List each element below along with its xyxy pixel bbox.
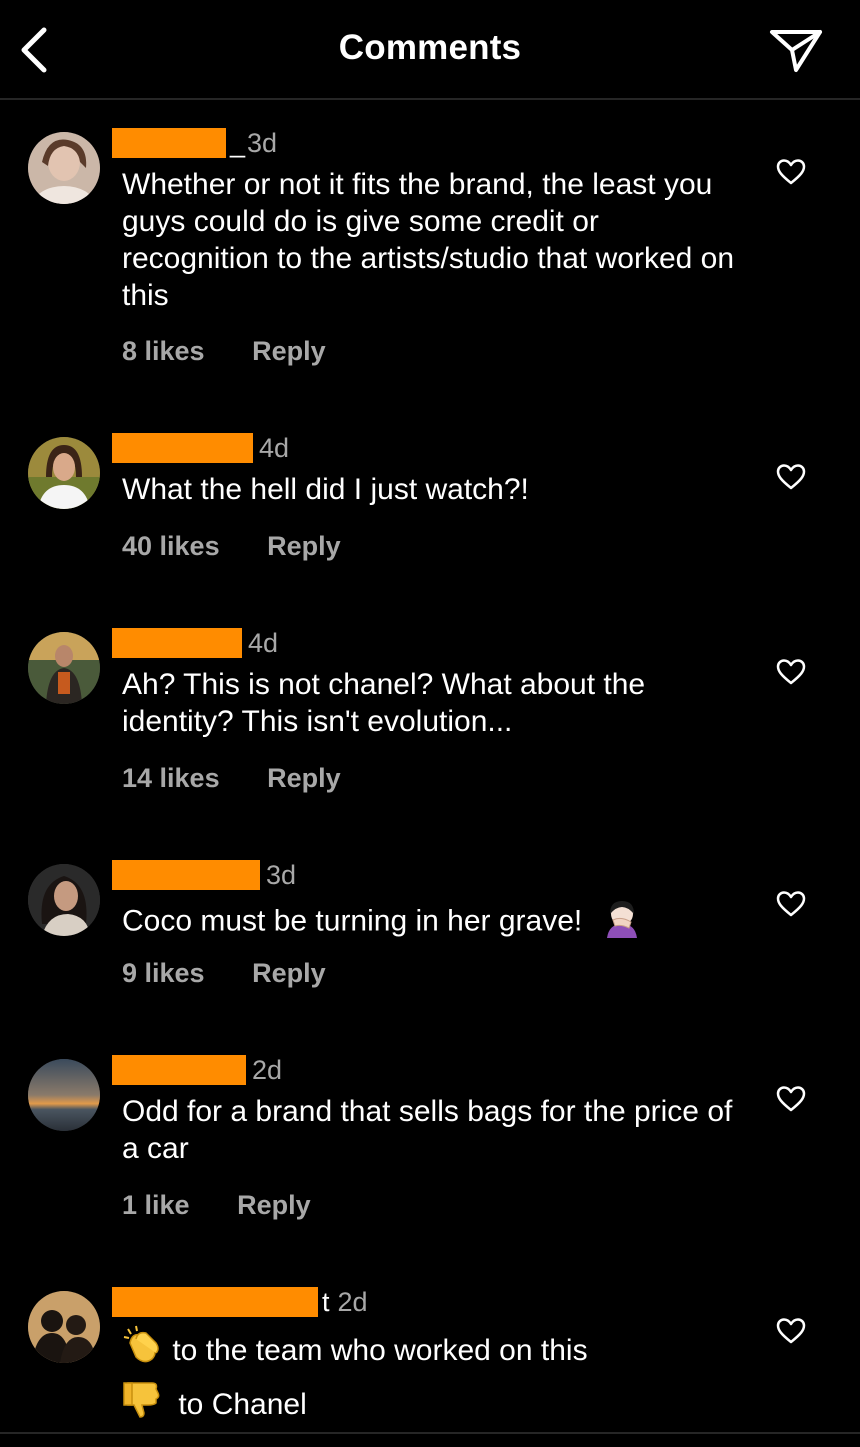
- heart-icon[interactable]: [776, 658, 806, 686]
- reply-button[interactable]: Reply: [267, 531, 341, 561]
- avatar[interactable]: [28, 437, 100, 509]
- heart-icon[interactable]: [776, 1317, 806, 1345]
- likes-count[interactable]: 9 likes: [122, 958, 205, 988]
- comment-actions: 9 likes Reply: [122, 958, 326, 989]
- comment-time: 2d: [252, 1054, 283, 1085]
- comment-time: 3d: [266, 859, 297, 890]
- woman-facepalming-emoji: [601, 898, 643, 947]
- reply-button[interactable]: Reply: [252, 336, 326, 366]
- avatar[interactable]: [28, 1059, 100, 1131]
- redacted-username: [112, 860, 260, 890]
- avatar[interactable]: [28, 864, 100, 936]
- comment-time: 3d: [247, 127, 278, 158]
- likes-count[interactable]: 14 likes: [122, 763, 220, 793]
- comment-text: Odd for a brand that sells bags for the …: [122, 1095, 733, 1165]
- header-bar: Comments: [0, 0, 860, 100]
- comment-text-row: Coco must be turning in her grave!: [122, 898, 752, 947]
- comment-text: Whether or not it fits the brand, the le…: [122, 168, 735, 312]
- comment-time: 4d: [259, 432, 290, 463]
- heart-icon[interactable]: [776, 463, 806, 491]
- likes-count[interactable]: 1 like: [122, 1190, 190, 1220]
- page-title: Comments: [338, 28, 522, 67]
- comment-text: Coco must be turning in her grave!: [122, 904, 583, 938]
- comment-text-block: to the team who worked on this to Chanel: [122, 1325, 752, 1433]
- avatar[interactable]: [28, 132, 100, 204]
- divider: [0, 1432, 860, 1434]
- username-suffix: t: [322, 1286, 330, 1317]
- comment-meta: 4d: [112, 433, 289, 463]
- comment-line-1: to the team who worked on this: [122, 1325, 752, 1379]
- redacted-username: [112, 1055, 246, 1085]
- heart-icon[interactable]: [776, 890, 806, 918]
- avatar[interactable]: [28, 632, 100, 704]
- avatar[interactable]: [28, 1291, 100, 1363]
- comment-line-1-text: to the team who worked on this: [172, 1333, 588, 1367]
- redacted-username: [112, 628, 242, 658]
- comment-text: What the hell did I just watch?!: [122, 473, 529, 506]
- comment-meta: _ 3d: [112, 128, 277, 158]
- redacted-username: [112, 433, 253, 463]
- comment-actions: 1 like Reply: [122, 1190, 311, 1221]
- reply-button[interactable]: Reply: [252, 958, 326, 988]
- comment-actions: 8 likes Reply: [122, 336, 326, 367]
- comment-line-2-text: to Chanel: [178, 1387, 307, 1421]
- likes-count[interactable]: 40 likes: [122, 531, 220, 561]
- comment-meta: 4d: [112, 628, 278, 658]
- redacted-username: [112, 1287, 318, 1317]
- comment-meta: t 2d: [112, 1287, 368, 1317]
- comment-actions: 40 likes Reply: [122, 531, 341, 562]
- comment-meta: 2d: [112, 1055, 282, 1085]
- username-suffix: _: [230, 127, 246, 158]
- comment-meta: 3d: [112, 860, 296, 890]
- clapping-hands-emoji: [122, 1325, 164, 1379]
- thumbs-down-emoji: [122, 1379, 162, 1433]
- heart-icon[interactable]: [776, 158, 806, 186]
- likes-count[interactable]: 8 likes: [122, 336, 205, 366]
- paper-plane-icon[interactable]: [766, 24, 826, 76]
- reply-button[interactable]: Reply: [237, 1190, 311, 1220]
- comment-line-2: to Chanel: [122, 1379, 752, 1433]
- comment-actions: 14 likes Reply: [122, 763, 341, 794]
- comment-time: 4d: [248, 627, 279, 658]
- comment-text: Ah? This is not chanel? What about the i…: [122, 668, 646, 738]
- redacted-username: [112, 128, 226, 158]
- comment-time: 2d: [337, 1286, 368, 1317]
- heart-icon[interactable]: [776, 1085, 806, 1113]
- reply-button[interactable]: Reply: [267, 763, 341, 793]
